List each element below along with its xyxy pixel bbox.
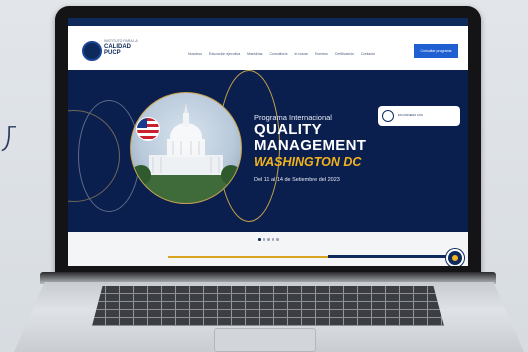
background-letter: Л <box>0 120 16 160</box>
nav-item[interactable]: Consultoría <box>270 52 288 56</box>
hero-title-line2: MANAGEMENT <box>254 136 367 154</box>
partner-seal-icon <box>382 110 394 122</box>
chat-icon[interactable] <box>446 249 464 266</box>
logo-icon[interactable] <box>82 41 102 61</box>
top-bar <box>68 18 468 26</box>
carousel-dot[interactable] <box>267 238 270 241</box>
nav-item[interactable]: Certificación <box>335 52 354 56</box>
hero-text: Programa Internacional QUALITY MANAGEMEN… <box>254 113 366 183</box>
partner-badge-text: EN CONVENIO CON <box>398 114 423 118</box>
trackpad <box>214 328 316 352</box>
nav-item[interactable]: Contacto <box>361 52 375 56</box>
nav-item[interactable]: In-house <box>294 52 308 56</box>
divider-navy <box>328 255 448 258</box>
lower-section <box>68 232 468 266</box>
keyboard-rows <box>92 286 444 326</box>
carousel-dot[interactable] <box>262 238 265 241</box>
logo-line3: PUCP <box>104 49 121 56</box>
site-header: INSTITUTO PARA LA CALIDAD PUCP Nosotros … <box>68 26 468 70</box>
divider-gold <box>168 256 328 258</box>
hero-banner[interactable]: Programa Internacional QUALITY MANAGEMEN… <box>68 70 468 232</box>
hero-dates: Del 11 al 14 de Setiembre del 2023 <box>254 176 340 183</box>
carousel-dot[interactable] <box>258 238 261 241</box>
hero-location: WASHINGTON DC <box>254 154 362 169</box>
nav-item[interactable]: Nosotros <box>188 52 202 56</box>
hero-title-line1: QUALITY <box>254 121 322 138</box>
logo-text[interactable]: INSTITUTO PARA LA CALIDAD PUCP <box>104 39 138 56</box>
main-nav: Nosotros Educación ejecutiva Maestrías C… <box>188 52 375 56</box>
cta-button[interactable]: Consultar programa <box>414 44 458 58</box>
logo-line1: INSTITUTO PARA LA <box>104 39 138 43</box>
nav-item[interactable]: Eventos <box>315 52 328 56</box>
carousel-dot[interactable] <box>271 238 274 241</box>
us-flag-icon <box>136 117 160 141</box>
nav-item[interactable]: Educación ejecutiva <box>209 52 240 56</box>
nav-item[interactable]: Maestrías <box>247 52 262 56</box>
carousel-dot[interactable] <box>276 238 279 241</box>
carousel-dots <box>258 238 279 241</box>
laptop-screen: INSTITUTO PARA LA CALIDAD PUCP Nosotros … <box>68 18 468 266</box>
capitol-photo <box>130 92 242 204</box>
partner-badge: EN CONVENIO CON <box>378 106 460 126</box>
